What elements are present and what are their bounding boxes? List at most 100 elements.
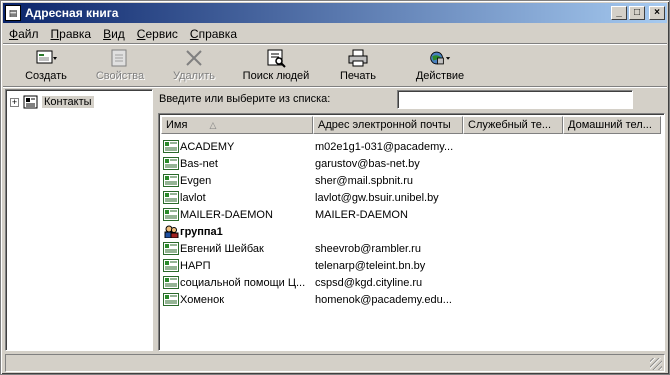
cell-name: MAILER-DAEMON bbox=[161, 208, 313, 221]
column-email[interactable]: Адрес электронной почты bbox=[313, 116, 463, 134]
title-bar[interactable]: ▤ Адресная книга _ □ × bbox=[3, 3, 667, 23]
contact-name: Евгений Шейбак bbox=[180, 242, 264, 255]
delete-label: Удалить bbox=[173, 70, 215, 82]
action-button[interactable]: Действие bbox=[395, 46, 485, 84]
contact-card-icon bbox=[163, 191, 179, 204]
contact-name: lavlot bbox=[180, 191, 206, 204]
find-people-button[interactable]: Поиск людей bbox=[231, 46, 321, 84]
resize-grip-icon[interactable] bbox=[650, 358, 662, 370]
window-title: Адресная книга bbox=[25, 6, 119, 20]
contacts-folder-icon bbox=[23, 95, 38, 109]
table-row[interactable]: Evgen sher@mail.spbnit.ru bbox=[161, 172, 463, 189]
toolbar-separator bbox=[3, 86, 667, 88]
column-name[interactable]: Имя △ bbox=[161, 116, 313, 134]
menu-help[interactable]: Справка bbox=[184, 27, 243, 41]
group-icon bbox=[164, 225, 179, 238]
table-row[interactable]: Bas-net garustov@bas-net.by bbox=[161, 155, 463, 172]
new-contact-label: Создать bbox=[25, 70, 67, 82]
menu-separator bbox=[3, 43, 667, 45]
contact-card-icon bbox=[163, 174, 179, 187]
menu-tools[interactable]: Сервис bbox=[131, 27, 184, 41]
contact-name: социальной помощи Ц... bbox=[180, 276, 306, 289]
find-people-label: Поиск людей bbox=[242, 70, 310, 82]
contact-email: sher@mail.spbnit.ru bbox=[315, 174, 413, 187]
contact-email: m02e1g1-031@pacademy... bbox=[315, 140, 454, 153]
toolbar: Создать Свойства Удалить Поиск людей Печ… bbox=[3, 46, 667, 86]
menu-edit[interactable]: Правка bbox=[45, 27, 98, 41]
tree-item-contacts[interactable]: + Контакты bbox=[10, 95, 94, 109]
column-email-label: Адрес электронной почты bbox=[318, 119, 451, 131]
cell-name: ACADEMY bbox=[161, 140, 313, 153]
list-header: Имя △ Адрес электронной почты Служебный … bbox=[161, 116, 661, 134]
contact-card-icon bbox=[163, 242, 179, 255]
minimize-button[interactable]: _ bbox=[611, 6, 627, 20]
address-book-icon: ▤ bbox=[5, 5, 21, 21]
table-row[interactable]: Хоменок homenok@pacademy.edu... bbox=[161, 291, 463, 308]
cell-name: Bas-net bbox=[161, 157, 313, 170]
contact-name: Bas-net bbox=[180, 157, 218, 170]
cell-name: Евгений Шейбак bbox=[161, 242, 313, 255]
table-row[interactable]: Евгений Шейбак sheevrob@rambler.ru bbox=[161, 240, 463, 257]
action-label: Действие bbox=[415, 70, 465, 82]
folder-tree[interactable]: + Контакты bbox=[5, 89, 153, 351]
print-label: Печать bbox=[339, 70, 377, 82]
menu-file[interactable]: Файл bbox=[3, 27, 45, 41]
contact-card-icon bbox=[163, 293, 179, 306]
contact-name: группа1 bbox=[180, 225, 223, 238]
contact-card-icon bbox=[163, 276, 179, 289]
cell-name: группа1 bbox=[161, 225, 313, 238]
contact-card-icon bbox=[163, 208, 179, 221]
menu-view[interactable]: Вид bbox=[97, 27, 131, 41]
print-button[interactable]: Печать bbox=[321, 46, 395, 84]
contact-name: ACADEMY bbox=[180, 140, 235, 153]
delete-button[interactable]: Удалить bbox=[157, 46, 231, 84]
contact-name: Evgen bbox=[180, 174, 212, 187]
column-home-phone[interactable]: Домашний тел... bbox=[563, 116, 661, 134]
contact-name: Хоменок bbox=[180, 293, 225, 306]
contact-email: lavlot@gw.bsuir.unibel.by bbox=[315, 191, 439, 204]
properties-button[interactable]: Свойства bbox=[83, 46, 157, 84]
new-contact-icon bbox=[35, 48, 57, 68]
table-row[interactable]: социальной помощи Ц... cspsd@kgd.cityline… bbox=[161, 274, 463, 291]
table-row[interactable]: НАРП telenarp@teleint.bn.by bbox=[161, 257, 463, 274]
cell-name: НАРП bbox=[161, 259, 313, 272]
cell-name: социальной помощи Ц... bbox=[161, 276, 313, 289]
table-row[interactable]: ACADEMY m02e1g1-031@pacademy... bbox=[161, 138, 463, 155]
new-contact-button[interactable]: Создать bbox=[9, 46, 83, 84]
contact-email: telenarp@teleint.bn.by bbox=[315, 259, 426, 272]
contact-name: MAILER-DAEMON bbox=[180, 208, 273, 221]
menu-bar: Файл Правка Вид Сервис Справка bbox=[3, 24, 667, 43]
cell-name: Evgen bbox=[161, 174, 313, 187]
cell-name: lavlot bbox=[161, 191, 313, 204]
contact-name: НАРП bbox=[180, 259, 211, 272]
print-icon bbox=[347, 48, 369, 68]
action-icon bbox=[429, 48, 451, 68]
contact-card-icon bbox=[163, 140, 179, 153]
tree-label-contacts: Контакты bbox=[42, 96, 94, 108]
contact-email: sheevrob@rambler.ru bbox=[315, 242, 421, 255]
column-work-phone[interactable]: Служебный те... bbox=[463, 116, 563, 134]
address-book-window: ▤ Адресная книга _ □ × Файл Правка Вид С… bbox=[0, 0, 670, 375]
table-row[interactable]: группа1 bbox=[161, 223, 463, 240]
table-row[interactable]: lavlot lavlot@gw.bsuir.unibel.by bbox=[161, 189, 463, 206]
find-people-icon bbox=[265, 48, 287, 68]
column-name-label: Имя bbox=[166, 119, 188, 131]
contacts-list[interactable]: Имя △ Адрес электронной почты Служебный … bbox=[158, 113, 665, 351]
properties-label: Свойства bbox=[95, 70, 145, 82]
contact-email: garustov@bas-net.by bbox=[315, 157, 420, 170]
status-bar bbox=[5, 354, 665, 372]
cell-name: Хоменок bbox=[161, 293, 313, 306]
contact-card-icon bbox=[163, 157, 179, 170]
table-row[interactable]: MAILER-DAEMON MAILER-DAEMON bbox=[161, 206, 463, 223]
sort-ascending-icon: △ bbox=[209, 119, 217, 130]
search-input[interactable] bbox=[397, 90, 633, 109]
delete-icon bbox=[183, 48, 205, 68]
column-work-phone-label: Служебный те... bbox=[468, 119, 552, 131]
contact-email: cspsd@kgd.cityline.ru bbox=[315, 276, 423, 289]
maximize-button[interactable]: □ bbox=[629, 6, 645, 20]
expand-icon[interactable]: + bbox=[10, 97, 19, 107]
search-prompt: Введите или выберите из списка: bbox=[159, 93, 331, 105]
contact-email: homenok@pacademy.edu... bbox=[315, 293, 452, 306]
properties-icon bbox=[109, 48, 131, 68]
close-button[interactable]: × bbox=[649, 6, 665, 20]
